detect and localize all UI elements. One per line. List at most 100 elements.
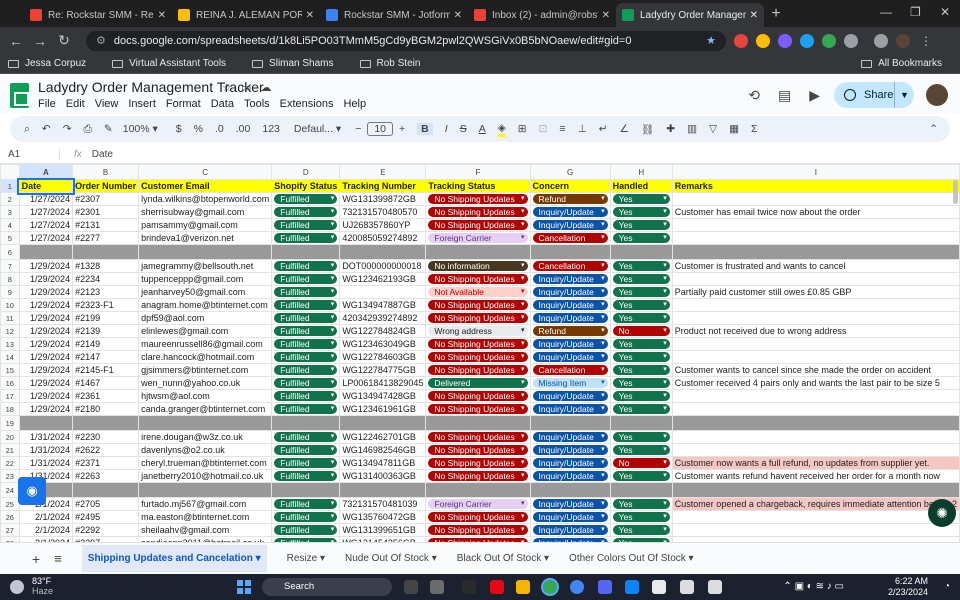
- cell-email[interactable]: janetberry2010@hotmail.co.uk: [138, 469, 273, 483]
- close-tab-icon[interactable]: ✕: [306, 10, 314, 21]
- cell-date[interactable]: 2/1/2024: [18, 510, 74, 524]
- floating-action-icon[interactable]: ◉: [18, 477, 46, 505]
- cell-remarks[interactable]: [671, 443, 960, 457]
- column-header[interactable]: I: [671, 164, 960, 180]
- tstatus-chip[interactable]: No Shipping Updates: [428, 471, 528, 481]
- cell-order[interactable]: [72, 244, 140, 260]
- tstatus-chip[interactable]: No Shipping Updates: [428, 313, 528, 323]
- concern-chip[interactable]: Refund: [532, 326, 608, 336]
- cell-tstatus[interactable]: [425, 244, 531, 260]
- menu-item[interactable]: File: [38, 98, 56, 110]
- undo-icon[interactable]: ↶: [42, 123, 51, 135]
- cell-order[interactable]: #2199: [72, 311, 140, 325]
- cell-order[interactable]: #2361: [72, 389, 140, 403]
- handled-chip[interactable]: Yes: [612, 404, 670, 414]
- cell-tracking[interactable]: 732131570480570: [339, 205, 427, 219]
- header-cell[interactable]: Order Number: [72, 179, 140, 193]
- cell-date[interactable]: 1/27/2024: [18, 231, 74, 245]
- tstatus-chip[interactable]: No Shipping Updates: [428, 365, 528, 375]
- concern-chip[interactable]: Refund: [532, 194, 608, 204]
- cell-tstatus[interactable]: No Shipping Updates: [425, 510, 531, 524]
- row-number[interactable]: 24: [0, 482, 20, 498]
- cell-email[interactable]: pamsammy@gmail.com: [138, 218, 273, 232]
- cell-remarks[interactable]: [671, 218, 960, 232]
- column-header[interactable]: E: [339, 164, 427, 180]
- column-header[interactable]: C: [138, 164, 273, 180]
- cell-concern[interactable]: Missing Item: [529, 376, 611, 390]
- menu-item[interactable]: Tools: [244, 98, 270, 110]
- bookmark-star-icon[interactable]: ★: [706, 34, 716, 47]
- cell-date[interactable]: 1/29/2024: [18, 311, 74, 325]
- cell-tracking[interactable]: WG131399651GB: [339, 523, 427, 537]
- row-number[interactable]: 22: [0, 456, 20, 470]
- cell-tracking[interactable]: LP00618413829045: [339, 376, 427, 390]
- cell-tracking[interactable]: WG122784775GB: [339, 363, 427, 377]
- shopify-chip[interactable]: Fulfilled: [274, 326, 338, 336]
- cell-order[interactable]: #2292: [72, 523, 140, 537]
- cell-handled[interactable]: [609, 415, 673, 431]
- cell-tracking[interactable]: WG123462193GB: [339, 272, 427, 286]
- concern-chip[interactable]: Inquiry/Update: [532, 512, 608, 522]
- collapse-toolbar-icon[interactable]: ⌃: [929, 123, 938, 135]
- cell-order[interactable]: #2277: [72, 231, 140, 245]
- cell-remarks[interactable]: [671, 523, 960, 537]
- row-number[interactable]: 5: [0, 231, 20, 245]
- shopify-chip[interactable]: Fulfilled: [274, 458, 338, 468]
- cell-date[interactable]: 1/29/2024: [18, 376, 74, 390]
- cell-date[interactable]: 1/29/2024: [18, 350, 74, 364]
- cell-concern[interactable]: [529, 415, 611, 431]
- share-button[interactable]: Share ▼: [834, 82, 914, 108]
- cell-shopify[interactable]: Fulfilled: [271, 285, 341, 299]
- tstatus-chip[interactable]: Delivered: [428, 378, 528, 388]
- cell-tracking[interactable]: [339, 482, 427, 498]
- cell-remarks[interactable]: [671, 415, 960, 431]
- tstatus-chip[interactable]: No Shipping Updates: [428, 512, 528, 522]
- font-size-input[interactable]: 10: [367, 122, 394, 136]
- cell-concern[interactable]: Cancellation: [529, 363, 611, 377]
- spreadsheet-grid[interactable]: A B C D E F G H I 1 Date Order Number Customer Email…: [0, 164, 960, 542]
- extension-icon[interactable]: [822, 33, 836, 48]
- cell-remarks[interactable]: [671, 337, 960, 351]
- shopify-chip[interactable]: Fulfilled: [274, 233, 338, 243]
- cell-concern[interactable]: [529, 244, 611, 260]
- row-number[interactable]: 21: [0, 443, 20, 457]
- handled-chip[interactable]: Yes: [612, 499, 670, 509]
- cell-tstatus[interactable]: No Shipping Updates: [425, 430, 531, 444]
- shopify-chip[interactable]: Fulfilled: [274, 445, 338, 455]
- cell-remarks[interactable]: [671, 402, 960, 416]
- tstatus-chip[interactable]: No Shipping Updates: [428, 207, 528, 217]
- concern-chip[interactable]: Inquiry/Update: [532, 404, 608, 414]
- concern-chip[interactable]: Cancellation: [532, 365, 608, 375]
- cell-date[interactable]: 1/31/2024: [18, 456, 74, 470]
- cell-date[interactable]: [18, 415, 74, 431]
- cell-shopify[interactable]: [271, 482, 341, 498]
- cell-concern[interactable]: Inquiry/Update: [529, 389, 611, 403]
- functions-icon[interactable]: Σ: [751, 123, 758, 135]
- cell-remarks[interactable]: Customer wants refund havent received he…: [671, 469, 960, 483]
- row-number[interactable]: 14: [0, 350, 20, 364]
- cell-date[interactable]: 1/29/2024: [18, 337, 74, 351]
- cell-remarks[interactable]: [671, 298, 960, 312]
- insert-chart-icon[interactable]: ▥: [687, 123, 697, 135]
- cell-concern[interactable]: Inquiry/Update: [529, 402, 611, 416]
- row-number[interactable]: 12: [0, 324, 20, 338]
- handled-chip[interactable]: Yes: [612, 378, 670, 388]
- cell-shopify[interactable]: Fulfilled: [271, 350, 341, 364]
- handled-chip[interactable]: No: [612, 458, 670, 468]
- handled-chip[interactable]: Yes: [612, 300, 670, 310]
- tstatus-chip[interactable]: No Shipping Updates: [428, 300, 528, 310]
- insert-link-icon[interactable]: ⛓: [641, 123, 654, 136]
- concern-chip[interactable]: Inquiry/Update: [532, 274, 608, 284]
- cell-order[interactable]: #2323-F1: [72, 298, 140, 312]
- tstatus-chip[interactable]: No Shipping Updates: [428, 220, 528, 230]
- cell-shopify[interactable]: Fulfilled: [271, 259, 341, 273]
- cell-date[interactable]: 1/29/2024: [18, 272, 74, 286]
- cell-tstatus[interactable]: No Shipping Updates: [425, 311, 531, 325]
- cell-order[interactable]: #2145-F1: [72, 363, 140, 377]
- cell-handled[interactable]: Yes: [609, 402, 673, 416]
- cloud-status-icon[interactable]: ☁: [260, 82, 271, 94]
- cell-handled[interactable]: Yes: [609, 350, 673, 364]
- cell-tracking[interactable]: UJ268357860YP: [339, 218, 427, 232]
- cell-concern[interactable]: Refund: [529, 324, 611, 338]
- cell-tstatus[interactable]: No Shipping Updates: [425, 363, 531, 377]
